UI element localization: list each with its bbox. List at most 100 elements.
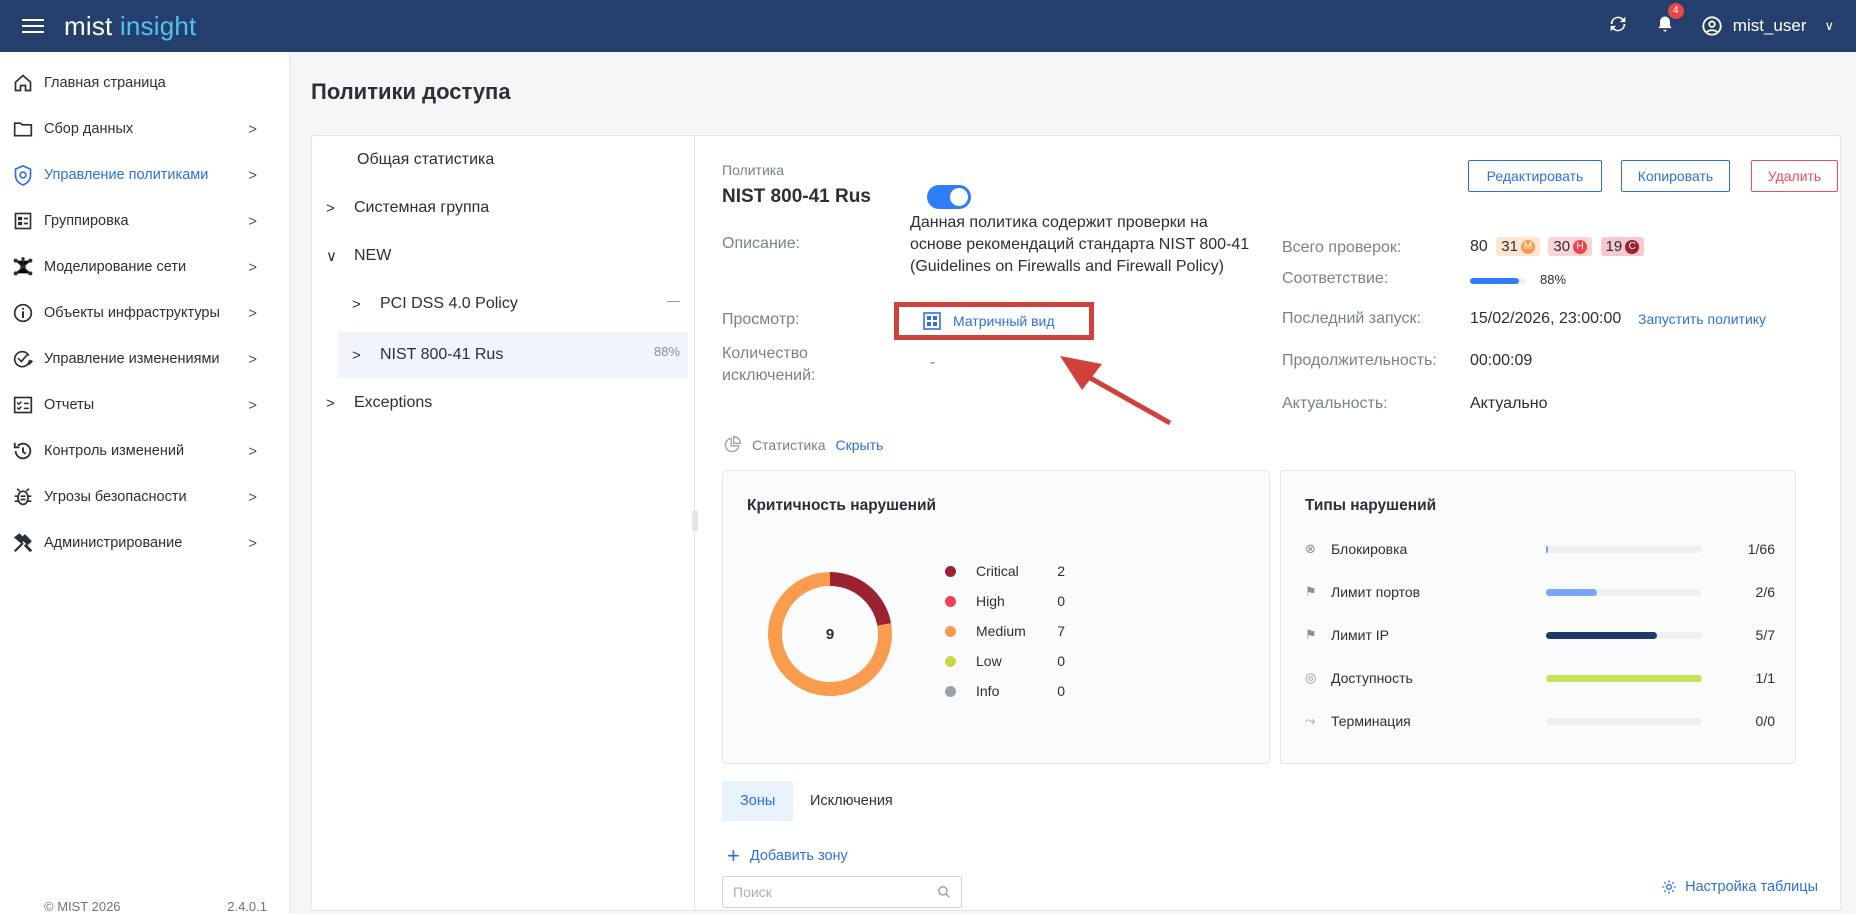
tree-item-overall-stats[interactable]: Общая статистика — [357, 138, 494, 182]
violation-type-value: 2/6 — [1755, 584, 1775, 600]
legend-item-critical[interactable]: Critical 2 — [945, 563, 1065, 579]
policy-detail: Политика NIST 800-41 Rus Редактировать К… — [722, 136, 1840, 910]
tree-item-new[interactable]: ∨ NEW — [326, 234, 391, 278]
tools-icon — [12, 532, 34, 554]
violation-type-row[interactable]: ⤳ Терминация 0/0 — [1305, 709, 1775, 733]
table-settings-link[interactable]: Настройка таблицы — [1661, 879, 1818, 895]
user-menu[interactable]: mist_user ∨ — [1701, 15, 1834, 37]
ip-limit-icon: ⚑ — [1305, 627, 1317, 642]
grid-icon — [923, 312, 941, 330]
legend-label: High — [976, 593, 1005, 609]
donut-total: 9 — [826, 626, 834, 643]
chevron-down-icon: ∨ — [1824, 18, 1834, 33]
severity-panel-title: Критичность нарушений — [747, 497, 937, 514]
violation-type-label: Блокировка — [1331, 541, 1408, 557]
chevron-right-icon: > — [248, 120, 257, 138]
sync-icon[interactable] — [1607, 13, 1629, 40]
edit-button[interactable]: Редактировать — [1468, 160, 1602, 192]
sidebar-item-network-modeling[interactable]: Моделирование сети > — [0, 244, 289, 290]
critical-checks-badge: 19 C — [1600, 237, 1645, 256]
notifications-icon[interactable]: 4 — [1655, 2, 1684, 40]
sidebar-item-reports[interactable]: Отчеты > — [0, 382, 289, 428]
hide-stats-link[interactable]: Скрыть — [836, 437, 884, 453]
run-policy-link[interactable]: Запустить политику — [1638, 311, 1766, 327]
sidebar-item-data-collection[interactable]: Сбор данных > — [0, 106, 289, 152]
tree-item-exceptions[interactable]: > Exceptions — [326, 381, 432, 425]
legend-item-low[interactable]: Low 0 — [945, 653, 1065, 669]
network-icon — [12, 256, 34, 278]
violation-type-bar — [1546, 545, 1702, 553]
medium-checks-badge: 31 M — [1496, 237, 1540, 256]
sidebar-item-change-management[interactable]: Управление изменениями > — [0, 336, 289, 382]
stats-header: Статистика Скрыть — [722, 435, 883, 455]
violation-type-label: Терминация — [1331, 713, 1411, 729]
chevron-right-icon: > — [248, 396, 257, 414]
tab-zones[interactable]: Зоны — [722, 781, 794, 821]
relevance-label: Актуальность: — [1282, 395, 1388, 412]
menu-icon[interactable] — [22, 15, 44, 37]
legend-dot — [945, 595, 956, 607]
home-icon — [12, 72, 34, 94]
chevron-down-icon[interactable]: ∨ — [326, 247, 354, 265]
sidebar-item-policies[interactable]: Управление политиками > — [0, 152, 289, 198]
violation-type-row[interactable]: ⚑ Лимит портов 2/6 — [1305, 580, 1775, 604]
termination-icon: ⤳ — [1305, 713, 1316, 728]
chevron-right-icon: > — [248, 534, 257, 552]
resize-handle[interactable] — [692, 511, 698, 531]
matrix-view-link[interactable]: Матричный вид — [894, 302, 1094, 340]
shield-icon — [12, 164, 34, 186]
last-run-label: Последний запуск: — [1282, 310, 1421, 327]
chevron-right-icon[interactable]: > — [352, 347, 380, 364]
user-icon — [1702, 16, 1722, 36]
exceptions-count-label: Количество исключений: — [722, 345, 816, 384]
app-logo[interactable]: mist insight — [64, 11, 196, 42]
violation-type-row[interactable]: ⊗ Блокировка 1/66 — [1305, 537, 1775, 561]
violation-type-row[interactable]: ◎ Доступность 1/1 — [1305, 666, 1775, 690]
chevron-right-icon[interactable]: > — [352, 296, 380, 313]
chevron-right-icon: > — [248, 258, 257, 276]
add-zone-button[interactable]: + Добавить зону — [727, 845, 848, 867]
exceptions-count-value: - — [930, 354, 936, 371]
policy-enabled-toggle[interactable] — [927, 185, 971, 209]
search-input[interactable]: Поиск — [722, 876, 962, 908]
gear-icon — [1662, 880, 1676, 894]
legend-dot — [945, 625, 956, 637]
sidebar-item-home[interactable]: Главная страница — [0, 60, 289, 106]
copy-button[interactable]: Копировать — [1621, 160, 1730, 192]
policy-tree: Общая статистика > Системная группа ∨ NE… — [312, 136, 695, 910]
tree-item-system-group[interactable]: > Системная группа — [326, 186, 489, 230]
chevron-right-icon[interactable]: > — [326, 200, 354, 217]
sidebar-item-grouping[interactable]: Группировка > — [0, 198, 289, 244]
legend-item-high[interactable]: High 0 — [945, 593, 1065, 609]
sidebar-item-threats[interactable]: Угрозы безопасности > — [0, 474, 289, 520]
sidebar: Главная страница Сбор данных > Управлени… — [0, 52, 290, 914]
sidebar-item-change-control[interactable]: Контроль изменений > — [0, 428, 289, 474]
legend-label: Info — [976, 683, 1000, 699]
sidebar-item-administration[interactable]: Администрирование > — [0, 520, 289, 566]
violation-types-title: Типы нарушений — [1305, 497, 1437, 514]
history-icon — [12, 440, 34, 462]
port-limit-icon: ⚑ — [1305, 584, 1317, 599]
chevron-right-icon: > — [248, 350, 257, 368]
delete-button[interactable]: Удалить — [1751, 160, 1838, 192]
compliance-bar — [1470, 278, 1526, 284]
tab-exceptions[interactable]: Исключения — [792, 781, 911, 821]
legend-item-medium[interactable]: Medium 7 — [945, 623, 1065, 639]
violation-type-row[interactable]: ⚑ Лимит IP 5/7 — [1305, 623, 1775, 647]
tree-item-pci-dss[interactable]: > PCI DSS 4.0 Policy — [352, 282, 518, 326]
sidebar-item-infrastructure[interactable]: Объекты инфраструктуры > — [0, 290, 289, 336]
username: mist_user — [1732, 16, 1807, 35]
info-icon — [12, 302, 34, 324]
folder-icon — [12, 118, 34, 140]
chevron-right-icon: > — [248, 488, 257, 506]
pci-compliance-value: — — [667, 293, 680, 308]
chevron-right-icon[interactable]: > — [326, 395, 354, 412]
donut-slice-critical[interactable] — [830, 572, 892, 626]
compliance-value: 88% — [1540, 272, 1567, 287]
violation-type-bar — [1546, 631, 1702, 639]
search-icon — [938, 886, 950, 898]
legend-item-info[interactable]: Info 0 — [945, 683, 1065, 699]
violation-type-bar-fill — [1546, 674, 1702, 682]
tree-item-nist[interactable]: > NIST 800-41 Rus — [352, 333, 503, 377]
compliance-label: Соответствие: — [1282, 270, 1389, 287]
